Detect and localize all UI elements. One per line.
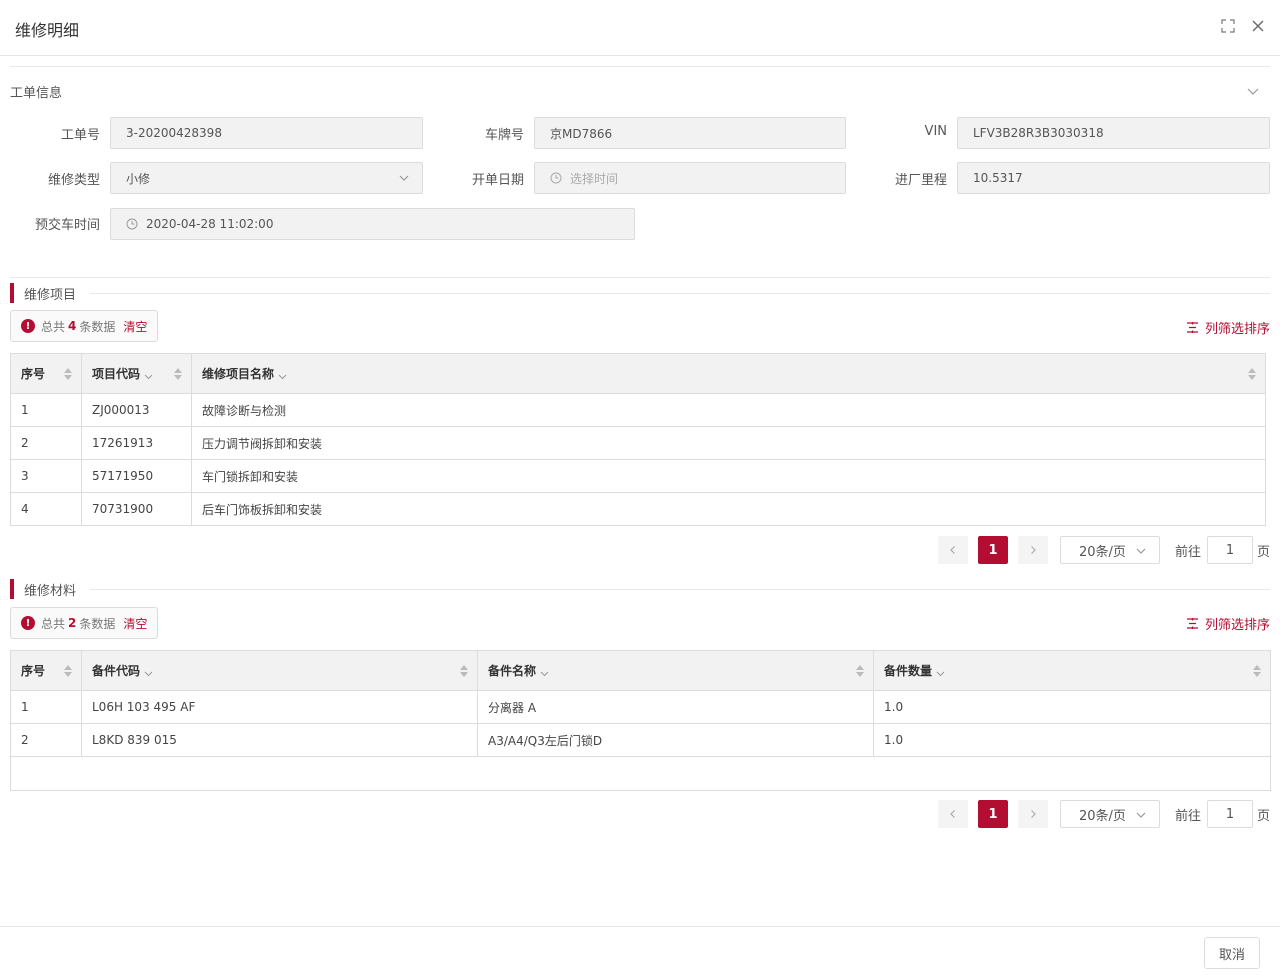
filter-icon: [1186, 617, 1199, 630]
chevron-right-icon: [1031, 810, 1036, 818]
cancel-button[interactable]: 取消: [1204, 937, 1260, 969]
chevron-right-icon: [1031, 546, 1036, 554]
repair-items-count-box: ! 总共 4 条数据 清空: [10, 310, 159, 342]
clock-icon: [126, 218, 138, 230]
page-unit-label: 页: [1256, 544, 1270, 560]
open-date-label: 开单日期: [471, 173, 524, 188]
repair-materials-clear-link[interactable]: 清空: [123, 615, 147, 632]
maximize-icon[interactable]: [1220, 18, 1236, 34]
divider: [90, 589, 1270, 590]
repair-type-label: 维修类型: [47, 173, 100, 188]
goto-page-input[interactable]: [1206, 800, 1253, 828]
sort-icon[interactable]: [1252, 664, 1262, 678]
chevron-left-icon: [950, 810, 955, 818]
column-header-part-quantity[interactable]: 备件数量: [873, 650, 1271, 691]
vin-label: VIN: [924, 124, 947, 139]
sort-icon[interactable]: [459, 664, 469, 678]
chevron-left-icon: [950, 546, 955, 554]
order-no-label: 工单号: [60, 128, 100, 143]
column-header-item-name[interactable]: 维修项目名称: [191, 353, 1266, 394]
repair-items-column-filter-button[interactable]: 列筛选排序: [1186, 318, 1270, 337]
open-date-placeholder: 选择时间: [570, 171, 619, 186]
vin-field[interactable]: LFV3B28R3B3030318: [957, 117, 1270, 149]
repair-materials-count-box: ! 总共 2 条数据 清空: [10, 607, 159, 639]
divider: [10, 277, 1270, 278]
table-row[interactable]: 2 17261913 压力调节阀拆卸和安装: [10, 426, 1266, 460]
column-header-part-name[interactable]: 备件名称: [477, 650, 874, 691]
dialog-title: 维修明细: [15, 21, 80, 40]
delivery-time-label: 预交车时间: [34, 218, 100, 233]
table-row[interactable]: 2 L8KD 839 015 A3/A4/Q3左后门锁D 1.0: [10, 723, 1271, 757]
table-row[interactable]: 1 ZJ000013 故障诊断与检测: [10, 393, 1266, 427]
sort-icon[interactable]: [855, 664, 865, 678]
clock-icon: [550, 172, 562, 184]
divider: [90, 293, 1270, 294]
page-size-select[interactable]: 20条/页: [1059, 536, 1160, 564]
repair-items-title: 维修项目: [10, 283, 76, 303]
chevron-down-icon: [1135, 809, 1147, 821]
dialog-header: 维修明细: [0, 0, 1280, 56]
footer-divider: [0, 926, 1280, 927]
delivery-time-picker[interactable]: 2020-04-28 11:02:00: [110, 208, 635, 240]
repair-materials-title: 维修材料: [10, 579, 76, 599]
table-row[interactable]: 4 70731900 后车门饰板拆卸和安装: [10, 492, 1266, 526]
column-header-part-code[interactable]: 备件代码: [81, 650, 478, 691]
goto-label: 前往: [1174, 544, 1201, 560]
repair-materials-pagination: 1 20条/页 前往 页: [937, 799, 1270, 829]
close-icon[interactable]: [1250, 18, 1266, 34]
mileage-field[interactable]: 10.5317: [957, 162, 1270, 194]
section-title-work-order[interactable]: 工单信息: [10, 82, 62, 101]
mileage-label: 进厂里程: [894, 173, 947, 188]
column-header-item-code[interactable]: 项目代码: [81, 353, 192, 394]
info-icon: !: [21, 319, 35, 333]
goto-page-input[interactable]: [1206, 536, 1253, 564]
sort-icon[interactable]: [63, 664, 73, 678]
column-header-index[interactable]: 序号: [10, 650, 82, 691]
plate-label: 车牌号: [484, 128, 524, 143]
order-no-field[interactable]: 3-20200428398: [110, 117, 423, 149]
next-page-button[interactable]: [1017, 800, 1048, 828]
next-page-button[interactable]: [1017, 536, 1048, 564]
info-icon: !: [21, 616, 35, 630]
page-unit-label: 页: [1256, 808, 1270, 824]
chevron-down-icon: [398, 172, 410, 184]
chevron-down-icon[interactable]: [144, 667, 153, 677]
repair-materials-count: 2: [68, 616, 77, 630]
prev-page-button[interactable]: [937, 800, 968, 828]
repair-materials-table: 序号 备件代码 备件名称 备件数量 1 L06H 103 495 AF 分离器 …: [10, 650, 1271, 791]
filter-icon: [1186, 321, 1199, 334]
page-number-button[interactable]: 1: [977, 536, 1008, 564]
repair-materials-column-filter-button[interactable]: 列筛选排序: [1186, 614, 1270, 633]
page-number-button[interactable]: 1: [977, 800, 1008, 828]
chevron-down-icon[interactable]: [1246, 84, 1260, 98]
repair-items-count: 4: [68, 319, 77, 333]
table-row[interactable]: 1 L06H 103 495 AF 分离器 A 1.0: [10, 690, 1271, 724]
chevron-down-icon[interactable]: [540, 667, 549, 677]
plate-field[interactable]: 京MD7866: [534, 117, 846, 149]
repair-items-pagination: 1 20条/页 前往 页: [937, 535, 1270, 565]
sort-icon[interactable]: [173, 367, 183, 381]
goto-label: 前往: [1174, 808, 1201, 824]
sort-icon[interactable]: [63, 367, 73, 381]
divider: [10, 66, 1270, 67]
page-size-select[interactable]: 20条/页: [1059, 800, 1160, 828]
column-header-index[interactable]: 序号: [10, 353, 82, 394]
prev-page-button[interactable]: [937, 536, 968, 564]
chevron-down-icon[interactable]: [936, 667, 945, 677]
table-empty-row: [10, 756, 1271, 791]
sort-icon[interactable]: [1247, 367, 1257, 381]
chevron-down-icon: [1135, 545, 1147, 557]
chevron-down-icon[interactable]: [278, 370, 287, 380]
open-date-picker[interactable]: 选择时间: [534, 162, 846, 194]
table-row[interactable]: 3 57171950 车门锁拆卸和安装: [10, 459, 1266, 493]
repair-type-select[interactable]: 小修: [110, 162, 423, 194]
repair-items-clear-link[interactable]: 清空: [123, 318, 147, 335]
repair-items-table: 序号 项目代码 维修项目名称 1 ZJ000013 故障诊断与检测 2 1726…: [10, 353, 1266, 526]
chevron-down-icon[interactable]: [144, 370, 153, 380]
